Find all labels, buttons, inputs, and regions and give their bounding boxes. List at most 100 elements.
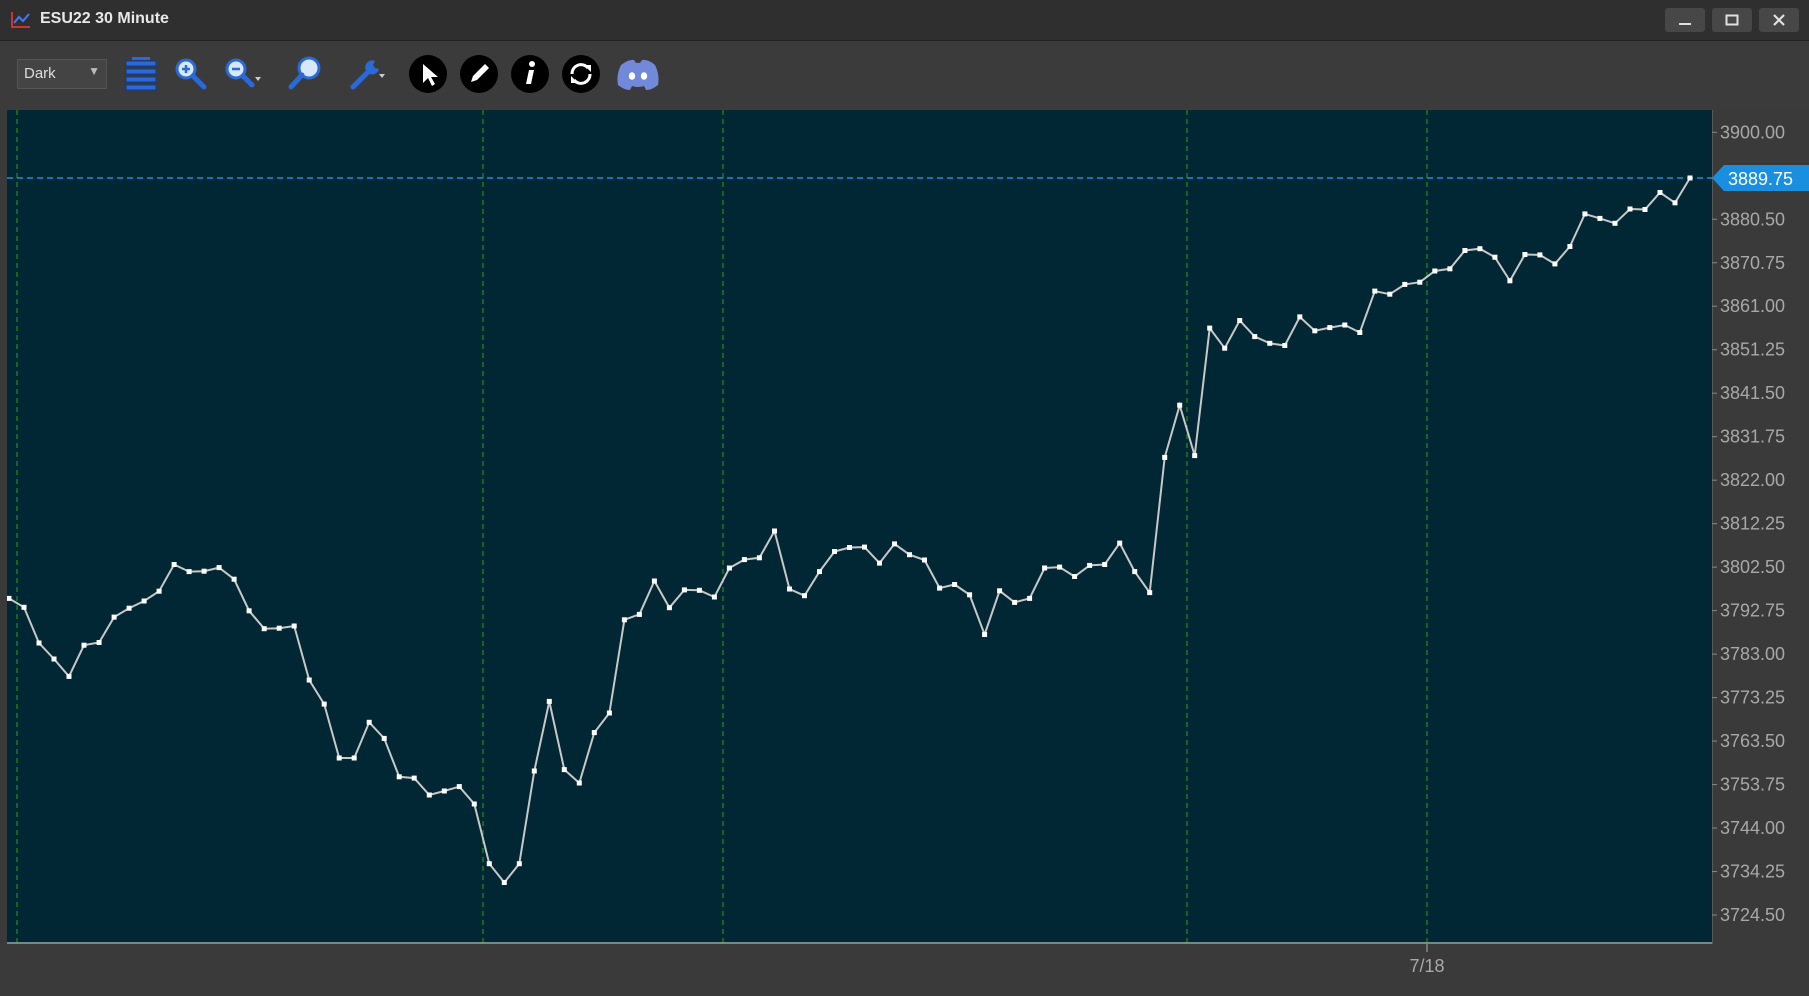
data-point [1522, 252, 1528, 257]
toolbar: Dark ▼ [0, 41, 1809, 110]
data-point [51, 656, 57, 662]
chart-app-icon [11, 12, 30, 28]
data-point [1222, 345, 1228, 351]
data-point [1492, 254, 1498, 260]
data-point [1312, 328, 1318, 334]
data-point [681, 587, 687, 593]
data-point [1147, 590, 1153, 596]
zoom-in-icon[interactable] [170, 53, 212, 95]
data-point [1297, 314, 1303, 320]
price-tick-label: 3870.75 [1720, 253, 1785, 273]
maximize-button[interactable] [1712, 8, 1752, 32]
data-point [1402, 281, 1408, 287]
data-point [291, 623, 297, 629]
data-point [561, 767, 567, 773]
chart-window: ESU22 30 Minute Dark ▼ 3900.00 3880.50 3… [0, 0, 1809, 996]
price-tick-label: 3861.00 [1720, 296, 1785, 316]
data-point [1057, 564, 1063, 570]
last-price-label: 3889.75 [1728, 169, 1793, 189]
data-point [1267, 340, 1273, 346]
data-point [937, 585, 943, 591]
data-point [772, 528, 777, 534]
data-point [1372, 288, 1378, 294]
data-point [726, 565, 732, 571]
data-point [321, 701, 327, 707]
data-point [471, 801, 477, 807]
data-point [231, 576, 237, 582]
magnifier-icon[interactable] [285, 53, 327, 95]
data-point [411, 775, 417, 781]
data-point [501, 880, 507, 885]
minimize-button[interactable] [1665, 8, 1705, 32]
data-point [787, 586, 792, 592]
price-tick-label: 3900.00 [1720, 122, 1785, 142]
data-point [366, 719, 372, 725]
data-point [696, 587, 702, 593]
data-point [516, 861, 522, 867]
pencil-icon[interactable] [458, 53, 500, 95]
price-chart[interactable] [7, 110, 1712, 944]
title-bar[interactable]: ESU22 30 Minute [0, 0, 1809, 41]
window-title: ESU22 30 Minute [40, 10, 169, 27]
data-point [651, 578, 657, 584]
chart-plot-area[interactable] [7, 110, 1712, 944]
data-point [96, 640, 102, 645]
discord-icon[interactable] [615, 53, 661, 95]
data-point [1627, 206, 1633, 212]
data-point [1282, 343, 1288, 348]
info-icon[interactable] [509, 53, 551, 95]
zoom-out-icon[interactable] [220, 53, 262, 95]
price-tick-label: 3841.50 [1720, 383, 1785, 403]
price-tick-label: 3822.00 [1720, 470, 1785, 490]
data-point [21, 604, 27, 610]
data-point [1447, 266, 1453, 272]
data-point [1582, 211, 1588, 217]
data-point [952, 582, 958, 587]
refresh-icon[interactable] [560, 53, 602, 95]
data-point [1507, 278, 1513, 284]
auto-scale-icon[interactable] [120, 53, 162, 95]
close-button[interactable] [1759, 8, 1799, 32]
maximize-icon [1725, 14, 1739, 26]
data-point [1612, 220, 1618, 226]
data-point [997, 588, 1003, 594]
time-axis[interactable]: 7/18 [7, 944, 1712, 989]
price-axis[interactable]: 3900.00 3880.50 3870.75 3861.00 3851.25 3841.… [1712, 110, 1809, 944]
data-point [621, 617, 627, 623]
data-point [216, 565, 222, 571]
data-point [1597, 215, 1603, 221]
theme-select-value: Dark [24, 65, 56, 82]
price-tick-label: 3831.75 [1720, 427, 1785, 447]
data-point [126, 605, 132, 611]
data-point [967, 592, 973, 598]
data-point [756, 555, 762, 561]
data-point [666, 605, 672, 611]
data-point [907, 552, 912, 558]
data-point [66, 673, 72, 679]
data-point [171, 562, 177, 567]
price-tick-label: 3773.25 [1720, 688, 1785, 708]
data-point [1027, 595, 1033, 601]
data-point [1042, 565, 1048, 571]
theme-select[interactable]: Dark ▼ [17, 59, 107, 89]
data-point [426, 792, 432, 798]
price-tick-label: 3792.75 [1720, 601, 1785, 621]
data-point [892, 541, 897, 547]
data-point [1012, 599, 1018, 605]
data-point [396, 774, 402, 780]
price-series-line [8, 177, 1691, 885]
data-point [741, 557, 747, 563]
data-point [1357, 330, 1363, 335]
price-tick-label: 3880.50 [1720, 209, 1785, 229]
data-point [636, 611, 642, 617]
data-point [1192, 453, 1198, 459]
data-point [1162, 454, 1168, 460]
price-axis-scale: 3900.00 3880.50 3870.75 3861.00 3851.25 3841.… [1712, 110, 1809, 944]
pointer-icon[interactable] [407, 53, 449, 95]
price-tick-label: 3753.75 [1720, 775, 1785, 795]
data-point [982, 632, 988, 637]
wrench-icon[interactable] [345, 53, 387, 95]
data-point [1327, 325, 1333, 331]
data-point [1207, 325, 1213, 331]
data-point [802, 593, 807, 599]
